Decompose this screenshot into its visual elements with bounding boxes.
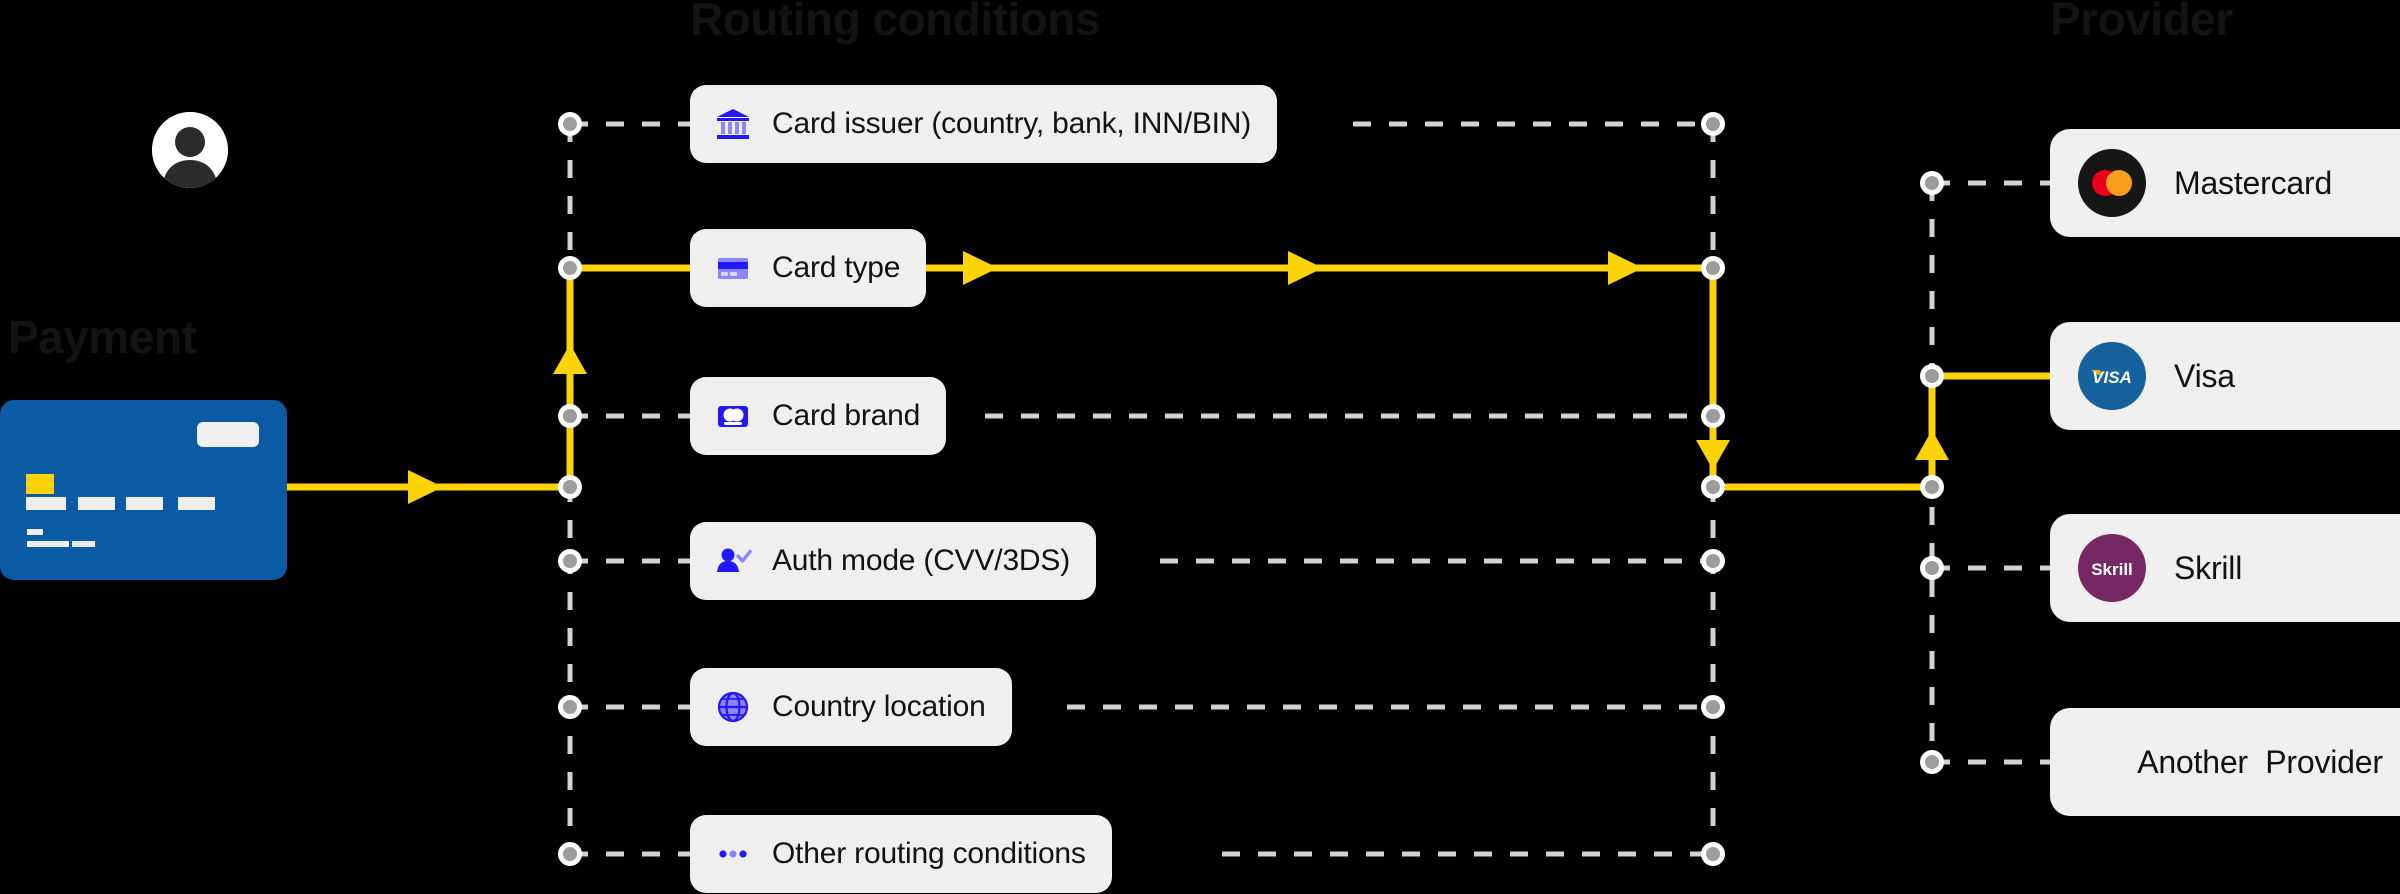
card-accent-square [26, 474, 54, 494]
card-number-group [26, 497, 66, 510]
card-number-group [178, 497, 215, 510]
card-brand-icon [714, 397, 752, 435]
arrow-right-1 [963, 251, 998, 285]
card-number-group [126, 497, 163, 510]
card-type-icon [714, 249, 752, 287]
provider-card-skrill[interactable]: Skrill Skrill [2050, 514, 2400, 622]
diagram-canvas: Payment Routing conditions Provider Card… [0, 0, 2400, 894]
arrow-right-entry [408, 470, 443, 504]
card-chip [197, 422, 259, 447]
provider-label: Visa [2174, 357, 2235, 394]
arrow-down-right-rail [1696, 440, 1730, 470]
card-number-group [78, 497, 115, 510]
provider-label: Another Provider [2137, 743, 2383, 780]
skrill-logo: Skrill [2078, 534, 2146, 602]
bank-icon [714, 105, 752, 143]
condition-card-card-type[interactable]: Card type [690, 229, 927, 307]
svg-text:VISA: VISA [2092, 368, 2132, 387]
condition-label: Card brand [772, 399, 921, 432]
person-avatar [152, 112, 228, 188]
provider-card-mastercard[interactable]: Mastercard [2050, 129, 2400, 237]
condition-card-country-location[interactable]: Country location [690, 668, 1012, 746]
mastercard-logo [2078, 149, 2146, 217]
arrow-right-3 [1608, 251, 1643, 285]
globe-icon [714, 688, 752, 726]
svg-text:Skrill: Skrill [2091, 560, 2133, 579]
provider-card-another-provider[interactable]: Another Provider [2050, 708, 2400, 816]
condition-card-other-routing[interactable]: Other routing conditions [690, 815, 1112, 893]
card-holder-line [27, 529, 43, 535]
condition-label: Country location [772, 690, 986, 723]
arrow-right-2 [1288, 251, 1323, 285]
condition-card-auth-mode[interactable]: Auth mode (CVV/3DS) [690, 522, 1096, 600]
route-arrows [408, 251, 1949, 504]
ellipsis-icon [714, 835, 752, 873]
condition-label: Auth mode (CVV/3DS) [772, 544, 1070, 577]
condition-label: Card issuer (country, bank, INN/BIN) [772, 107, 1252, 140]
provider-label: Skrill [2174, 549, 2243, 586]
condition-label: Other routing conditions [772, 837, 1086, 870]
arrow-up-provider-rail [1915, 430, 1949, 460]
card-holder-line [72, 541, 95, 547]
active-route [287, 264, 2050, 491]
card-holder-line [27, 541, 69, 547]
provider-card-visa[interactable]: VISA Visa [2050, 322, 2400, 430]
payment-card-illustration [0, 400, 287, 580]
arrow-up-left-rail [553, 344, 587, 374]
provider-label: Mastercard [2174, 164, 2333, 201]
visa-logo: VISA [2078, 342, 2146, 410]
auth-user-icon [714, 542, 752, 580]
condition-card-card-brand[interactable]: Card brand [690, 377, 947, 455]
condition-label: Card type [772, 251, 901, 284]
condition-card-card-issuer[interactable]: Card issuer (country, bank, INN/BIN) [690, 85, 1278, 163]
